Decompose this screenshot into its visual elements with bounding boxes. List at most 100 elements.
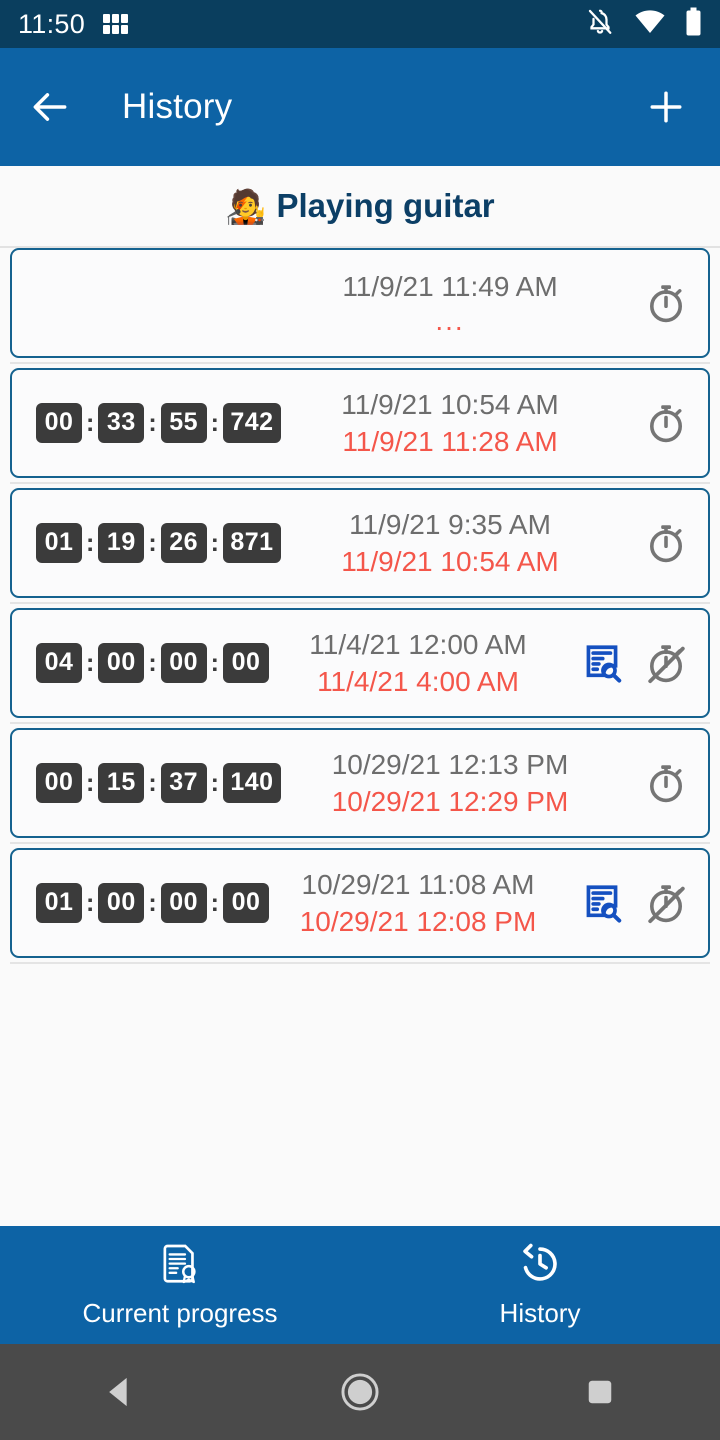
duration-chip: 37 [160, 763, 207, 803]
status-bar: 11:50 [0, 0, 720, 48]
status-bar-icons [585, 7, 702, 42]
square-recents-icon[interactable] [540, 1344, 660, 1440]
stopwatch-icon[interactable] [638, 275, 694, 331]
duration-chips: 00:33:55:742 [26, 403, 281, 443]
entry-end-time: 11/9/21 10:54 AM [341, 546, 559, 577]
stopwatch-off-icon[interactable] [638, 635, 694, 691]
history-item[interactable]: 01:19:26:871 11/9/21 9:35 AM 11/9/21 10:54… [0, 488, 720, 598]
page-title: History [122, 87, 233, 126]
duration-chip: 00 [160, 883, 207, 923]
app-root: 11:50 [0, 0, 720, 1440]
chip-separator: : [210, 528, 219, 557]
history-card[interactable]: 01:19:26:871 11/9/21 9:35 AM 11/9/21 10:54… [10, 488, 710, 598]
bottom-navigation: Current progress History [0, 1226, 720, 1344]
history-list: 11/9/21 11:49 AM... 00:33:55:742 11/9/21 1… [0, 248, 720, 964]
battery-full-icon [685, 7, 702, 42]
chip-separator: : [86, 648, 95, 677]
entry-start-time: 10/29/21 11:08 AM [301, 869, 535, 900]
duration-chip: 01 [36, 883, 82, 923]
duration-chips: 00:15:37:140 [26, 763, 281, 803]
history-clock-icon [517, 1241, 563, 1292]
duration-chip: 01 [36, 523, 82, 563]
chip-separator: : [86, 888, 95, 917]
list-divider [10, 602, 710, 604]
document-certificate-icon [157, 1241, 203, 1292]
chip-separator: : [148, 528, 157, 557]
tab-current-progress[interactable]: Current progress [0, 1226, 360, 1344]
chip-separator: : [210, 888, 219, 917]
duration-chip: 00 [98, 883, 145, 923]
entry-actions [634, 755, 694, 811]
entry-start-time: 11/9/21 10:54 AM [341, 389, 559, 420]
activity-name: Playing guitar [276, 187, 495, 224]
chip-separator: : [86, 768, 95, 797]
entry-actions [570, 875, 694, 931]
entry-actions [634, 275, 694, 331]
document-search-icon[interactable] [574, 875, 630, 931]
tab-history[interactable]: History [360, 1226, 720, 1344]
entry-start-time: 11/4/21 12:00 AM [309, 629, 527, 660]
history-card[interactable]: 01:00:00:00 10/29/21 11:08 AM 10/29/21 12:… [10, 848, 710, 958]
duration-chip: 00 [36, 403, 82, 443]
history-card[interactable]: 00:15:37:140 10/29/21 12:13 PM 10/29/21 12… [10, 728, 710, 838]
history-card[interactable]: 04:00:00:00 11/4/21 12:00 AM 11/4/21 4:00 … [10, 608, 710, 718]
duration-chip: 00 [222, 643, 269, 683]
list-divider [10, 362, 710, 364]
entry-end-time: 11/4/21 4:00 AM [317, 666, 519, 697]
chip-separator: : [210, 768, 219, 797]
chip-separator: : [86, 528, 95, 557]
entry-start-time: 11/9/21 9:35 AM [349, 509, 551, 540]
entry-actions [570, 635, 694, 691]
entry-actions [634, 515, 694, 571]
duration-chips: 01:19:26:871 [26, 523, 281, 563]
list-divider [10, 482, 710, 484]
duration-chip: 00 [160, 643, 207, 683]
history-card[interactable]: 11/9/21 11:49 AM... [10, 248, 710, 358]
stopwatch-off-icon[interactable] [638, 875, 694, 931]
status-bar-clock: 11:50 [18, 8, 86, 39]
wifi-icon [634, 9, 666, 40]
activity-header: 🧑‍🎤 Playing guitar [0, 166, 720, 248]
triangle-back-icon[interactable] [60, 1344, 180, 1440]
history-item[interactable]: 04:00:00:00 11/4/21 12:00 AM 11/4/21 4:00 … [0, 608, 720, 718]
history-card[interactable]: 00:33:55:742 11/9/21 10:54 AM 11/9/21 11:2… [10, 368, 710, 478]
chip-separator: : [210, 408, 219, 437]
chip-separator: : [148, 408, 157, 437]
history-item[interactable]: 01:00:00:00 10/29/21 11:08 AM 10/29/21 12:… [0, 848, 720, 958]
entry-end-time: 10/29/21 12:08 PM [299, 906, 537, 937]
list-divider [10, 722, 710, 724]
stopwatch-icon[interactable] [638, 395, 694, 451]
circle-home-icon[interactable] [300, 1344, 420, 1440]
chip-separator: : [148, 888, 157, 917]
history-item[interactable]: 00:33:55:742 11/9/21 10:54 AM 11/9/21 11:2… [0, 368, 720, 478]
duration-chip: 26 [160, 523, 207, 563]
list-divider [10, 842, 710, 844]
history-item[interactable]: 11/9/21 11:49 AM... [0, 248, 720, 358]
duration-chip: 55 [160, 403, 207, 443]
entry-times: 10/29/21 12:13 PM 10/29/21 12:29 PM [266, 747, 634, 819]
plus-icon[interactable] [638, 79, 694, 135]
duration-chip: 00 [36, 763, 82, 803]
history-item[interactable]: 00:15:37:140 10/29/21 12:13 PM 10/29/21 12… [0, 728, 720, 838]
chip-separator: : [148, 648, 157, 677]
entry-end-time: 10/29/21 12:29 PM [331, 786, 569, 817]
tab-label-history: History [499, 1298, 581, 1328]
stopwatch-icon[interactable] [638, 755, 694, 811]
duration-chip: 33 [98, 403, 145, 443]
duration-chips: 04:00:00:00 [26, 643, 269, 683]
duration-chips: 01:00:00:00 [26, 883, 269, 923]
app-bar: History [0, 48, 720, 166]
document-search-icon[interactable] [574, 635, 630, 691]
entry-end-time: 11/9/21 11:28 AM [342, 426, 558, 457]
entry-times: 10/29/21 11:08 AM 10/29/21 12:08 PM [266, 867, 570, 939]
artist-emoji: 🧑‍🎤 [225, 187, 267, 225]
arrow-back-icon[interactable] [22, 79, 78, 135]
duration-chip: 15 [98, 763, 145, 803]
duration-chip: 00 [222, 883, 269, 923]
chip-separator: : [210, 648, 219, 677]
chip-separator: : [86, 408, 95, 437]
duration-chip: 00 [98, 643, 145, 683]
entry-times: 11/4/21 12:00 AM 11/4/21 4:00 AM [266, 627, 570, 699]
stopwatch-icon[interactable] [638, 515, 694, 571]
android-navigation-bar [0, 1344, 720, 1440]
